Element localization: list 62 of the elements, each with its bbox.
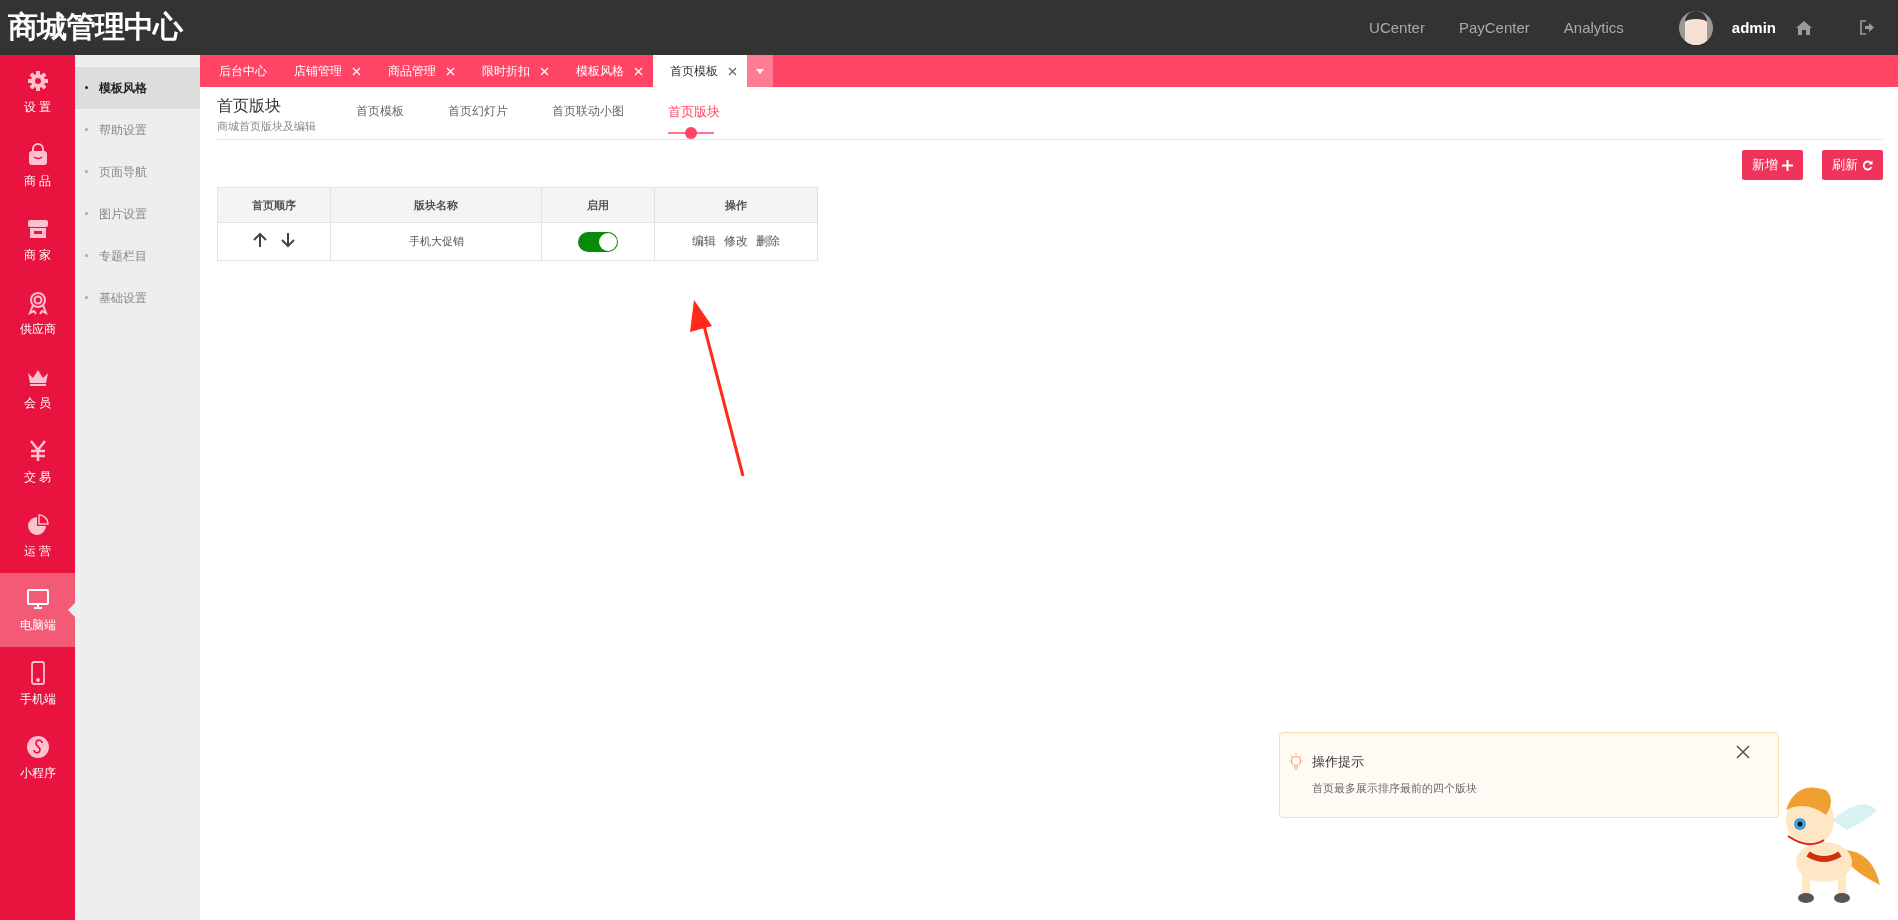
submenu-item[interactable]: 模板风格 bbox=[75, 67, 200, 109]
rail-item[interactable]: 会 员 bbox=[0, 351, 75, 425]
rail-item[interactable]: 商 家 bbox=[0, 203, 75, 277]
plus-icon bbox=[1782, 159, 1793, 171]
refresh-button[interactable]: 刷新 bbox=[1822, 150, 1883, 180]
column-header: 操作 bbox=[654, 187, 818, 223]
sub-tab[interactable]: 首页版块 bbox=[668, 96, 720, 121]
rail-item[interactable]: 小程序 bbox=[0, 721, 75, 795]
lightbulb-icon bbox=[1288, 753, 1304, 771]
tab[interactable]: 模板风格 bbox=[559, 55, 653, 87]
monitor-icon bbox=[25, 586, 50, 611]
logout-icon[interactable] bbox=[1860, 20, 1874, 35]
rail-item[interactable]: 设 置 bbox=[0, 55, 75, 129]
submenu-item[interactable]: 帮助设置 bbox=[75, 109, 200, 151]
submenu-item[interactable]: 页面导航 bbox=[75, 151, 200, 193]
column-header: 版块名称 bbox=[330, 187, 542, 223]
down-arrow-icon[interactable] bbox=[281, 232, 295, 248]
home-icon[interactable] bbox=[1796, 20, 1812, 35]
page-subtitle: 商城首页版块及编辑 bbox=[217, 119, 316, 134]
tab[interactable]: 店铺管理 bbox=[277, 55, 371, 87]
gear-icon bbox=[25, 68, 50, 93]
page-title: 首页版块 bbox=[217, 96, 282, 117]
sub-tab[interactable]: 首页联动小图 bbox=[552, 96, 624, 120]
rail-item[interactable]: 电脑端 bbox=[0, 573, 75, 647]
tip-text: 首页最多展示排序最前的四个版块 bbox=[1312, 781, 1478, 796]
action-link[interactable]: 删除 bbox=[756, 234, 780, 248]
action-link[interactable]: 修改 bbox=[724, 234, 748, 248]
header-link[interactable]: PayCenter bbox=[1458, 19, 1530, 36]
submenu-item[interactable]: 基础设置 bbox=[75, 277, 200, 319]
tip-title: 操作提示 bbox=[1312, 753, 1364, 771]
column-header: 启用 bbox=[541, 187, 655, 223]
tab[interactable]: 后台中心 bbox=[202, 55, 277, 87]
user-name[interactable]: admin bbox=[1731, 19, 1776, 36]
sub-tab[interactable]: 首页模板 bbox=[356, 96, 404, 120]
app-title: 商城管理中心 bbox=[8, 8, 182, 46]
sub-tab[interactable]: 首页幻灯片 bbox=[448, 96, 508, 120]
rail-item[interactable]: 手机端 bbox=[0, 647, 75, 721]
close-icon[interactable] bbox=[1736, 745, 1750, 759]
pie-chart-icon bbox=[25, 512, 50, 537]
up-arrow-icon[interactable] bbox=[253, 232, 267, 248]
table-cell: 手机大促销 bbox=[408, 235, 464, 248]
refresh-icon bbox=[1862, 159, 1873, 171]
submenu-item[interactable]: 专题栏目 bbox=[75, 235, 200, 277]
tab[interactable]: 商品管理 bbox=[371, 55, 465, 87]
active-indicator-icon bbox=[668, 127, 714, 139]
action-link[interactable]: 编辑 bbox=[692, 234, 716, 248]
header-link[interactable]: Analytics bbox=[1563, 19, 1624, 36]
column-header: 首页顺序 bbox=[217, 187, 331, 223]
rail-item[interactable]: 交 易 bbox=[0, 425, 75, 499]
toggle-switch[interactable] bbox=[578, 231, 618, 252]
rail-item[interactable]: 运 营 bbox=[0, 499, 75, 573]
add-button[interactable]: 新增 bbox=[1742, 150, 1803, 180]
caret-icon bbox=[756, 68, 764, 74]
tab[interactable]: 首页模板 bbox=[653, 55, 747, 87]
tab[interactable]: 限时折扣 bbox=[465, 55, 559, 87]
submenu-item[interactable]: 图片设置 bbox=[75, 193, 200, 235]
medal-icon bbox=[25, 290, 50, 315]
rail-item[interactable]: 供应商 bbox=[0, 277, 75, 351]
header-link[interactable]: UCenter bbox=[1369, 19, 1425, 36]
close-icon[interactable] bbox=[728, 66, 737, 76]
rail-item[interactable]: 商 品 bbox=[0, 129, 75, 203]
avatar-icon[interactable] bbox=[1678, 10, 1713, 45]
